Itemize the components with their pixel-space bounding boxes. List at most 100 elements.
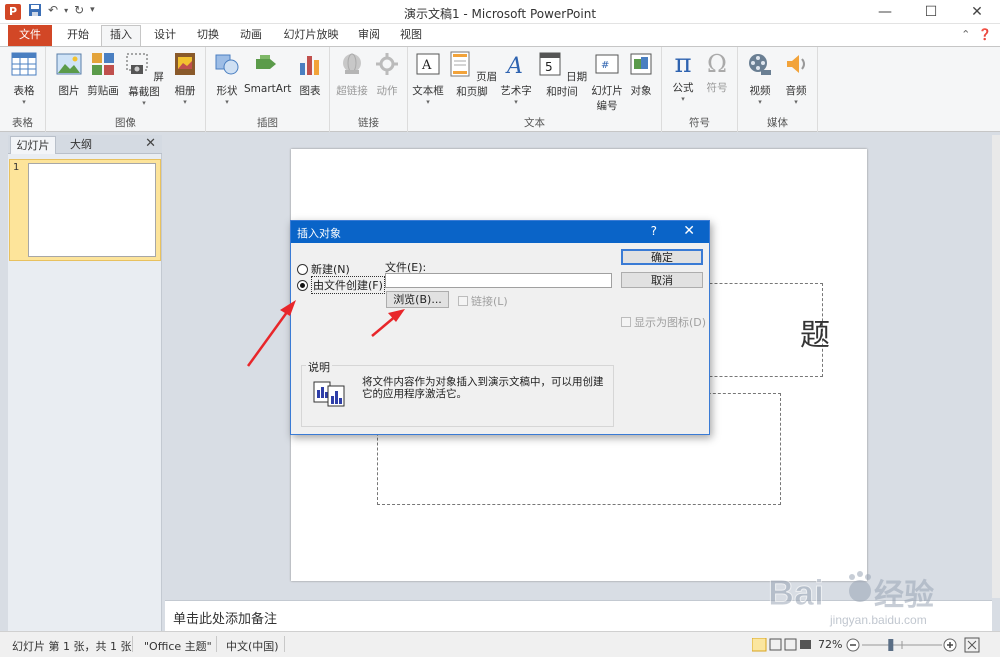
group-label-media: 媒体 xyxy=(767,117,788,129)
group-label-table: 表格 xyxy=(12,117,33,129)
group-symbols: π 公式 ▾ Ω 符号 符号 xyxy=(662,47,738,132)
header-footer-button[interactable]: 页眉和页脚 xyxy=(446,51,498,99)
slides-pane: 幻灯片 大纲 ✕ 1 xyxy=(8,135,162,631)
picture-button[interactable]: 图片 xyxy=(52,51,86,98)
wordart-button[interactable]: A 艺术字 ▾ xyxy=(498,51,534,106)
fit-to-window-icon[interactable] xyxy=(964,637,980,653)
maximize-button[interactable]: ☐ xyxy=(908,0,954,24)
zoom-slider[interactable] xyxy=(846,637,958,653)
tab-design[interactable]: 设计 xyxy=(145,26,185,46)
datetime-button[interactable]: 5 日期和时间 xyxy=(534,51,590,99)
close-pane-icon[interactable]: ✕ xyxy=(145,136,156,151)
omega-icon: Ω xyxy=(707,50,727,78)
slide-thumbnail-selected[interactable]: 1 xyxy=(9,159,161,261)
slide-info: 幻灯片 第 1 张，共 1 张 xyxy=(12,640,132,653)
dialog-help-button[interactable]: ? xyxy=(651,224,657,238)
view-buttons xyxy=(752,638,811,652)
tab-animations[interactable]: 动画 xyxy=(231,26,271,46)
reading-view-icon[interactable] xyxy=(784,638,797,651)
chart-button[interactable]: 图表 xyxy=(294,51,326,98)
video-button[interactable]: 视频 ▾ xyxy=(742,51,778,106)
radio-create-from-file[interactable]: 由文件创建(F) xyxy=(297,276,385,294)
group-images: 图片 剪贴画 屏幕截图 ▾ 相册 ▾ 图像 xyxy=(46,47,206,132)
language[interactable]: 中文(中国) xyxy=(226,638,279,654)
group-text: A 文本框 ▾ 页眉和页脚 A 艺术字 ▾ 5 日期和时间 # 幻灯片 编号 对象 文… xyxy=(408,47,662,132)
svg-text:#: # xyxy=(601,60,609,71)
title-bar: P ↶ ▾ ↻ ▾ 演示文稿1 - Microsoft PowerPoint —… xyxy=(0,0,1000,24)
collapse-ribbon-icon[interactable]: ⌃ xyxy=(961,28,970,41)
zoom-level[interactable]: 72% xyxy=(818,638,842,651)
cancel-button[interactable]: 取消 xyxy=(621,272,703,288)
audio-button[interactable]: 音频 ▾ xyxy=(778,51,814,106)
wordart-icon: A xyxy=(505,54,523,79)
dialog-close-button[interactable]: ✕ xyxy=(683,223,695,239)
textbox-button[interactable]: A 文本框 ▾ xyxy=(410,51,446,106)
calendar-icon: 5 xyxy=(539,52,561,76)
group-links: 超链接 动作 链接 xyxy=(330,47,408,132)
dialog-title-bar: 插入对象 ? ✕ xyxy=(291,221,709,243)
group-label-illustrations: 插图 xyxy=(257,117,278,129)
hyperlink-icon xyxy=(343,53,361,74)
group-label-images: 图像 xyxy=(115,117,136,129)
tab-file[interactable]: 文件 xyxy=(8,25,52,46)
tab-slideshow[interactable]: 幻灯片放映 xyxy=(276,26,346,46)
window-title: 演示文稿1 - Microsoft PowerPoint xyxy=(403,7,597,21)
action-button[interactable]: 动作 xyxy=(370,51,404,98)
tab-view[interactable]: 视图 xyxy=(391,26,431,46)
ok-button[interactable]: 确定 xyxy=(621,249,703,265)
equation-button[interactable]: π 公式 ▾ xyxy=(666,51,700,103)
normal-view-icon[interactable] xyxy=(752,638,767,652)
symbol-button[interactable]: Ω 符号 xyxy=(700,51,734,95)
vertical-scrollbar[interactable] xyxy=(992,135,1000,598)
hyperlink-button[interactable]: 超链接 xyxy=(333,51,371,98)
slide-thumbnail-number: 1 xyxy=(13,162,20,173)
clipart-icon xyxy=(92,53,114,75)
svg-text:5: 5 xyxy=(545,60,553,74)
table-icon xyxy=(11,52,37,76)
table-button[interactable]: 表格 ▾ xyxy=(8,51,40,106)
slide-sorter-icon[interactable] xyxy=(769,638,782,651)
album-button[interactable]: 相册 ▾ xyxy=(168,51,202,106)
close-button[interactable]: ✕ xyxy=(954,0,1000,24)
radio-create-from-file-circle[interactable] xyxy=(297,279,308,291)
chart-icon xyxy=(300,56,319,75)
picture-icon xyxy=(56,53,82,75)
smartart-button[interactable]: SmartArt xyxy=(244,51,291,95)
notes-placeholder: 单击此处添加备注 xyxy=(173,612,278,627)
clipart-button[interactable]: 剪贴画 xyxy=(86,51,120,98)
shapes-icon xyxy=(215,54,239,75)
tab-insert[interactable]: 插入 xyxy=(101,25,141,47)
link-checkbox[interactable]: 链接(L) xyxy=(458,293,508,309)
slide-number-button[interactable]: # 幻灯片 编号 xyxy=(590,51,624,113)
link-checkbox-box[interactable] xyxy=(458,296,468,306)
group-table: 表格 ▾ 表格 xyxy=(0,47,46,132)
file-path-input[interactable] xyxy=(385,273,612,288)
slide-thumbnail[interactable] xyxy=(28,163,156,257)
baidu-watermark: Bai 经验 jingyan.baidu.com xyxy=(768,565,988,635)
object-button[interactable]: 对象 xyxy=(624,51,658,98)
insert-object-dialog: 插入对象 ? ✕ 新建(N) 由文件创建(F) 文件(E): 浏览(B)... … xyxy=(290,220,710,435)
slideshow-view-icon[interactable] xyxy=(800,640,811,649)
pi-icon: π xyxy=(674,49,692,79)
tab-outline[interactable]: 大纲 xyxy=(58,136,104,154)
film-reel-icon xyxy=(749,54,771,75)
tab-review[interactable]: 审阅 xyxy=(349,26,389,46)
radio-create-new-circle[interactable] xyxy=(297,263,308,275)
shapes-button[interactable]: 形状 ▾ xyxy=(210,51,244,106)
tab-home[interactable]: 开始 xyxy=(58,26,98,46)
smartart-icon xyxy=(256,55,276,69)
group-illustrations: 形状 ▾ SmartArt 图表 插图 xyxy=(206,47,330,132)
object-icon xyxy=(630,53,652,75)
zoom-thumb[interactable] xyxy=(888,639,894,651)
help-icon[interactable]: ❓ xyxy=(978,28,992,41)
screenshot-button[interactable]: 屏幕截图 ▾ xyxy=(122,51,166,107)
display-as-icon-checkbox-box[interactable] xyxy=(621,317,631,327)
display-as-icon-checkbox[interactable]: 显示为图标(D) xyxy=(621,314,706,330)
browse-button[interactable]: 浏览(B)... xyxy=(386,291,449,308)
tab-transitions[interactable]: 切换 xyxy=(188,26,228,46)
minimize-button[interactable]: — xyxy=(862,0,908,24)
radio-create-new[interactable]: 新建(N) xyxy=(297,261,350,277)
description-group: 说明 将文件内容作为对象插入到演示文稿中，可以用创建它的应用程序激活它。 xyxy=(301,359,614,427)
svg-text:Bai: Bai xyxy=(768,572,824,613)
tab-slides[interactable]: 幻灯片 xyxy=(10,136,56,154)
